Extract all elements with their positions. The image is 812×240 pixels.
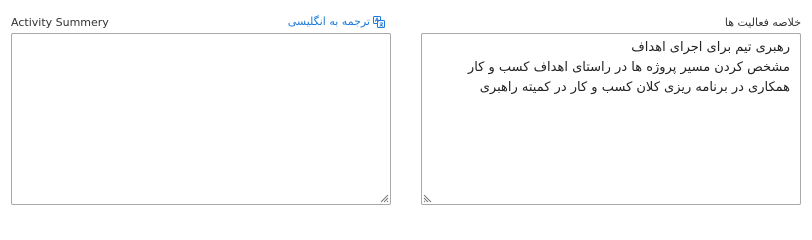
english-summary-label-row: Activity Summery ترجمه به انگلیسی: [11, 0, 391, 32]
persian-summary-label: خلاصه فعالیت ها: [724, 16, 801, 29]
persian-summary-textarea[interactable]: رهبری تیم برای اجرای اهداف مشخص کردن مسی…: [421, 33, 801, 205]
persian-summary-label-row: خلاصه فعالیت ها: [421, 0, 801, 32]
english-summary-textarea[interactable]: [11, 33, 391, 205]
translate-link-label: ترجمه به انگلیسی: [287, 15, 370, 28]
translate-to-english-link[interactable]: ترجمه به انگلیسی: [288, 15, 385, 28]
persian-summary-section: خلاصه فعالیت ها رهبری تیم برای اجرای اهد…: [421, 0, 801, 205]
resize-grip-icon[interactable]: [379, 193, 389, 203]
summary-line: رهبری تیم برای اجرای اهداف: [631, 40, 790, 55]
activity-summary-form: Activity Summery ترجمه به انگلیسی خلاصه …: [0, 0, 812, 220]
translate-icon: [373, 15, 385, 28]
persian-summary-value: رهبری تیم برای اجرای اهداف مشخص کردن مسی…: [432, 38, 790, 98]
summary-line: مشخص کردن مسیر پروژه ها در راستای اهداف …: [467, 60, 790, 75]
english-summary-label: Activity Summery: [11, 16, 109, 29]
english-summary-section: Activity Summery ترجمه به انگلیسی: [11, 0, 391, 205]
resize-grip-icon[interactable]: [423, 193, 433, 203]
summary-line: همکاری در برنامه ریزی کلان کسب و کار در …: [479, 80, 790, 95]
